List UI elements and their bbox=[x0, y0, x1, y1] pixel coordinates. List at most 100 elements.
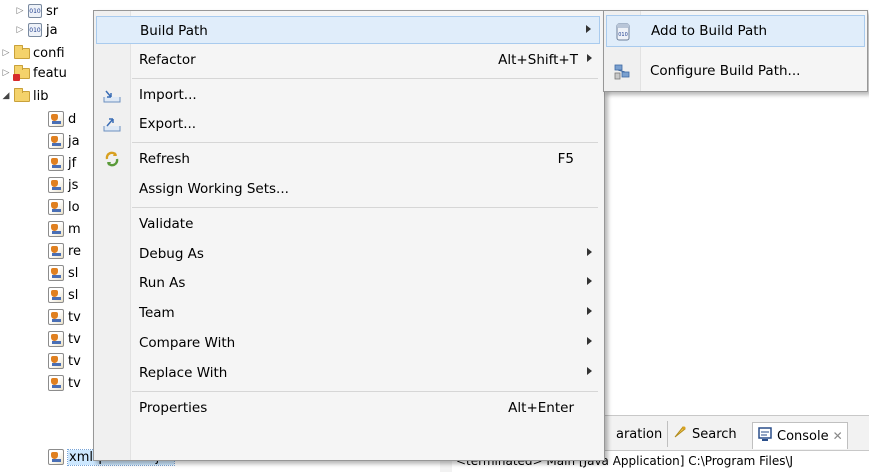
context-menu: Build Path Refactor Alt+Shift+T Import... Ex… bbox=[93, 10, 605, 461]
menu-item-debug-as[interactable]: Debug As bbox=[96, 240, 600, 268]
menu-item-team[interactable]: Team bbox=[96, 299, 600, 327]
jar-icon bbox=[48, 265, 64, 281]
jar-icon bbox=[48, 199, 64, 215]
submenu-arrow-icon bbox=[586, 25, 591, 33]
package-explorer-tree: ▷ 010 sr ▷ 010 ja ▷ confi ▷ featu ◢ lib d ja jf js lo m re… bbox=[0, 0, 175, 471]
console-icon bbox=[757, 426, 773, 446]
import-icon bbox=[102, 85, 122, 105]
jar-tree-item[interactable]: tv bbox=[48, 373, 81, 393]
package-jar-tree-item[interactable]: ▷ 010 ja bbox=[14, 20, 58, 40]
jar-tree-item[interactable]: jf bbox=[48, 153, 76, 173]
jar-icon bbox=[48, 309, 64, 325]
menu-separator bbox=[132, 142, 598, 144]
menu-item-run-as[interactable]: Run As bbox=[96, 269, 600, 297]
tab-console-label: Console bbox=[777, 428, 829, 444]
jar-package-icon: 010 bbox=[28, 4, 42, 18]
menu-item-validate[interactable]: Validate bbox=[96, 210, 600, 238]
menu-item-label: Build Path bbox=[140, 23, 208, 39]
jar-tree-item[interactable]: lo bbox=[48, 197, 80, 217]
package-jar-tree-item[interactable]: ▷ 010 sr bbox=[14, 1, 59, 21]
tree-item-label: re bbox=[68, 243, 82, 259]
jar-tree-item[interactable]: m bbox=[48, 219, 81, 239]
menu-item-build-path[interactable]: Build Path bbox=[96, 16, 600, 44]
menu-item-shortcut: Alt+Enter bbox=[508, 399, 574, 416]
submenu-arrow-icon bbox=[587, 337, 592, 345]
jar-icon bbox=[48, 449, 64, 465]
menu-item-replace-with[interactable]: Replace With bbox=[96, 359, 600, 387]
refresh-icon bbox=[102, 149, 122, 169]
jar-icon bbox=[48, 375, 64, 391]
close-icon[interactable]: ✕ bbox=[833, 429, 843, 443]
submenu-arrow-icon bbox=[587, 307, 592, 316]
tab-search[interactable]: Search bbox=[667, 421, 741, 447]
menu-item-refactor[interactable]: Refactor Alt+Shift+T bbox=[96, 46, 600, 74]
tab-declaration-label: aration bbox=[616, 426, 663, 442]
jar-tree-item[interactable]: ja bbox=[48, 131, 80, 151]
menu-item-label: Properties bbox=[139, 399, 208, 416]
submenu-item-add-to-build-path[interactable]: 010 Add to Build Path bbox=[606, 15, 865, 47]
folder-icon bbox=[14, 87, 30, 102]
menu-item-label: Replace With bbox=[139, 364, 228, 381]
build-path-submenu: 010 Add to Build Path Configure Build Path… bbox=[603, 10, 868, 92]
menu-item-label: Export... bbox=[139, 116, 197, 133]
submenu-item-configure-build-path[interactable]: Configure Build Path... bbox=[606, 56, 865, 88]
jar-icon bbox=[48, 155, 64, 171]
folder-tree-item[interactable]: ▷ confi bbox=[0, 43, 65, 63]
expand-icon[interactable]: ▷ bbox=[0, 48, 12, 58]
jar-tree-item[interactable]: sl bbox=[48, 285, 78, 305]
tree-item-label: js bbox=[68, 177, 79, 193]
menu-item-assign-working-sets[interactable]: Assign Working Sets... bbox=[96, 175, 600, 203]
tree-item-label: sl bbox=[68, 265, 79, 281]
jar-tree-item[interactable]: sl bbox=[48, 263, 78, 283]
menu-item-compare-with[interactable]: Compare With bbox=[96, 329, 600, 357]
tab-declaration[interactable]: aration bbox=[612, 421, 666, 447]
jar-package-icon: 010 bbox=[28, 23, 42, 37]
configure-build-path-icon bbox=[612, 62, 632, 82]
expand-icon[interactable]: ▷ bbox=[14, 6, 26, 16]
svg-text:010: 010 bbox=[618, 32, 628, 38]
menu-item-label: Compare With bbox=[139, 335, 236, 351]
submenu-item-label: Add to Build Path bbox=[651, 23, 768, 39]
jar-tree-item[interactable]: tv bbox=[48, 329, 81, 349]
submenu-item-label: Configure Build Path... bbox=[650, 63, 801, 79]
tree-item-label: sr bbox=[46, 3, 59, 19]
tree-item-label: m bbox=[68, 221, 81, 237]
tab-console[interactable]: Console ✕ bbox=[752, 422, 848, 449]
jar-tree-item[interactable]: d bbox=[48, 109, 76, 129]
submenu-arrow-icon bbox=[587, 247, 592, 256]
jar-icon bbox=[48, 133, 64, 149]
tree-item-label: tv bbox=[68, 375, 81, 391]
menu-item-label: Refactor bbox=[139, 51, 196, 68]
expand-icon[interactable]: ▷ bbox=[0, 68, 12, 78]
submenu-arrow-icon bbox=[587, 53, 592, 62]
jar-icon bbox=[48, 243, 64, 259]
folder-tree-item[interactable]: ▷ featu bbox=[0, 63, 67, 83]
jar-tree-item[interactable]: tv bbox=[48, 307, 81, 327]
add-to-build-path-icon: 010 bbox=[613, 22, 633, 42]
jar-tree-item[interactable]: tv bbox=[48, 351, 81, 371]
tree-item-label: jf bbox=[68, 155, 77, 171]
jar-tree-item[interactable]: re bbox=[48, 241, 81, 261]
tree-item-label: ja bbox=[68, 133, 80, 149]
folder-error-icon bbox=[13, 64, 30, 81]
menu-item-import[interactable]: Import... bbox=[96, 81, 600, 109]
menu-item-refresh[interactable]: Refresh F5 bbox=[96, 145, 600, 173]
expand-icon[interactable]: ▷ bbox=[14, 25, 26, 35]
menu-item-properties[interactable]: Properties Alt+Enter bbox=[96, 394, 600, 422]
tree-item-label: featu bbox=[33, 65, 67, 81]
tree-item-label: tv bbox=[68, 309, 81, 325]
menu-item-label: Assign Working Sets... bbox=[139, 181, 289, 197]
menu-item-export[interactable]: Export... bbox=[96, 110, 600, 138]
menu-item-shortcut: F5 bbox=[557, 151, 574, 168]
tree-item-label: confi bbox=[33, 45, 65, 61]
folder-tree-item[interactable]: ◢ lib bbox=[0, 86, 48, 106]
menu-item-label: Import... bbox=[139, 86, 197, 103]
jar-icon bbox=[48, 353, 64, 369]
tree-item-label: tv bbox=[68, 331, 81, 347]
menu-item-label: Team bbox=[139, 305, 175, 322]
search-icon bbox=[672, 424, 688, 444]
jar-tree-item[interactable]: js bbox=[48, 175, 78, 195]
tab-search-label: Search bbox=[692, 426, 737, 442]
menu-item-label: Validate bbox=[139, 215, 194, 232]
collapse-icon[interactable]: ◢ bbox=[0, 91, 12, 101]
